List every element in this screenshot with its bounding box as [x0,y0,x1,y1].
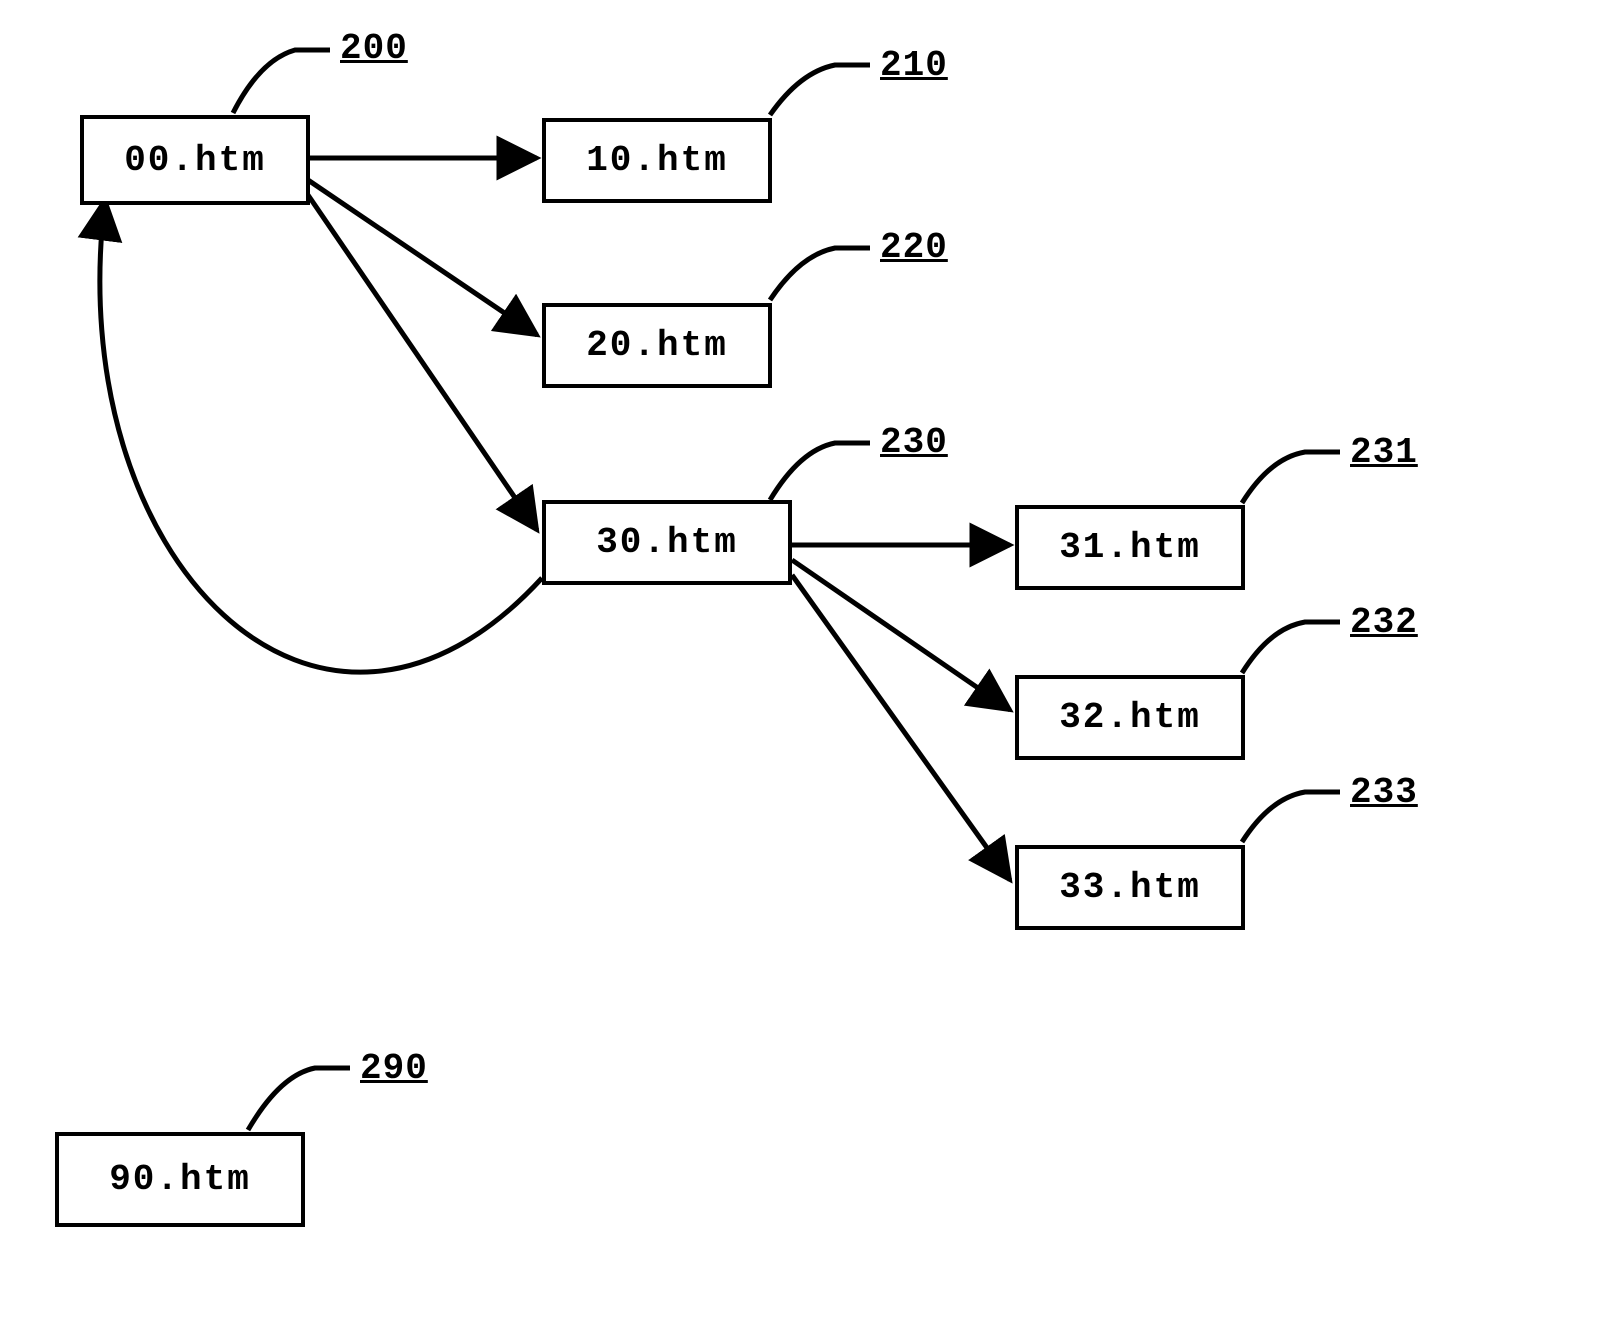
ref-label-231: 231 [1350,432,1418,473]
node-label: 31.htm [1059,527,1201,568]
node-31-htm: 31.htm [1015,505,1245,590]
ref-label-220: 220 [880,227,948,268]
node-10-htm: 10.htm [542,118,772,203]
ref-label-210: 210 [880,45,948,86]
node-label: 10.htm [586,140,728,181]
node-label: 00.htm [124,140,266,181]
node-label: 90.htm [109,1159,251,1200]
ref-label-233: 233 [1350,772,1418,813]
node-32-htm: 32.htm [1015,675,1245,760]
node-label: 33.htm [1059,867,1201,908]
node-90-htm: 90.htm [55,1132,305,1227]
node-label: 32.htm [1059,697,1201,738]
node-label: 20.htm [586,325,728,366]
node-20-htm: 20.htm [542,303,772,388]
ref-label-290: 290 [360,1048,428,1089]
node-30-htm: 30.htm [542,500,792,585]
node-label: 30.htm [596,522,738,563]
ref-label-230: 230 [880,422,948,463]
ref-label-200: 200 [340,28,408,69]
ref-label-232: 232 [1350,602,1418,643]
diagram-canvas: 00.htm 200 10.htm 210 20.htm 220 30.htm … [0,0,1617,1326]
node-33-htm: 33.htm [1015,845,1245,930]
node-00-htm: 00.htm [80,115,310,205]
